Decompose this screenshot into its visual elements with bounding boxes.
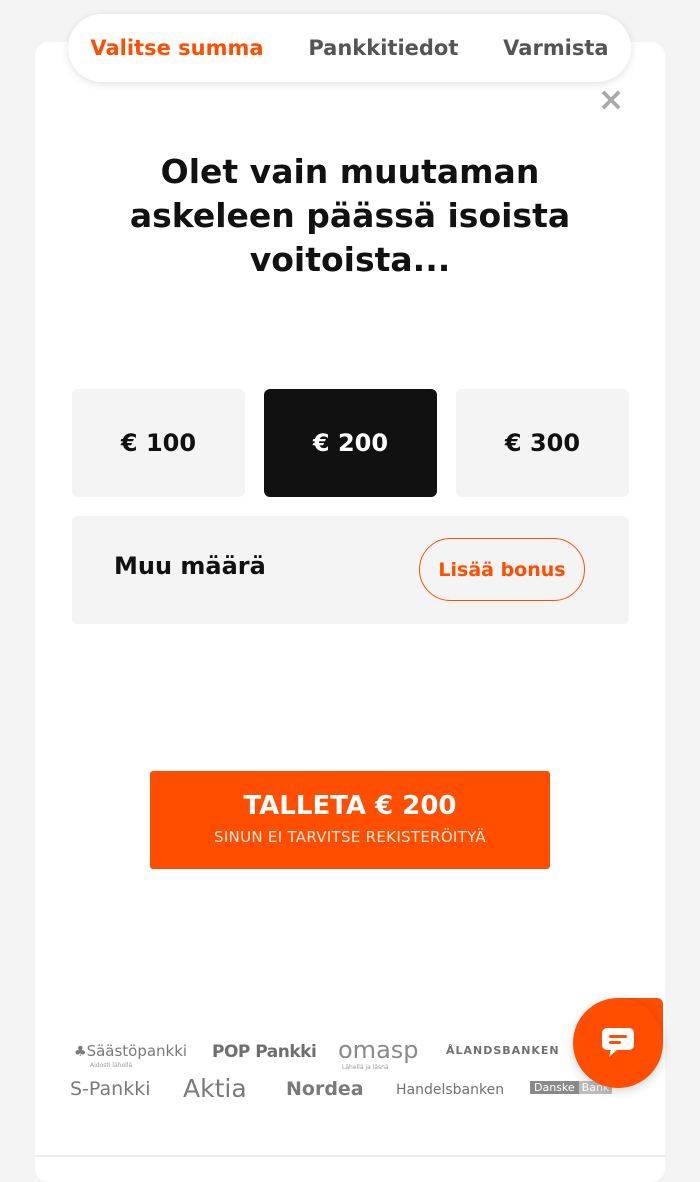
handelsbanken-logo: Handelsbanken bbox=[396, 1082, 505, 1098]
other-amount-row[interactable]: Muu määrä Lisää bonus bbox=[72, 516, 629, 624]
page-title: Olet vain muutaman askeleen päässä isois… bbox=[129, 152, 571, 279]
deposit-button[interactable]: TALLETA € 200 SINUN EI TARVITSE REKISTER… bbox=[150, 771, 550, 869]
saastopankki-logo: ♣Säästöpankki bbox=[74, 1042, 188, 1060]
deposit-button-sublabel: SINUN EI TARVITSE REKISTERÖITYÄ bbox=[214, 828, 486, 846]
amount-option-200[interactable]: € 200 bbox=[264, 389, 437, 497]
omasp-logo: omasp bbox=[338, 1036, 419, 1064]
bank-logos: ♣Säästöpankki Aidosti lähellä POP Pankki… bbox=[60, 1030, 640, 1110]
card-divider bbox=[35, 1155, 665, 1157]
chat-bubble-icon bbox=[602, 1028, 634, 1057]
chat-button[interactable] bbox=[573, 998, 663, 1088]
nordea-logo: Nordea bbox=[286, 1078, 364, 1100]
omasp-tagline: Lähellä ja läsnä bbox=[342, 1064, 389, 1071]
s-pankki-logo: S-Pankki bbox=[70, 1078, 151, 1100]
amount-option-100[interactable]: € 100 bbox=[72, 389, 245, 497]
add-bonus-button[interactable]: Lisää bonus bbox=[419, 538, 585, 601]
amount-option-300[interactable]: € 300 bbox=[456, 389, 629, 497]
close-icon[interactable]: × bbox=[596, 83, 626, 115]
aktia-logo: Aktia bbox=[183, 1074, 247, 1103]
pop-pankki-logo: POP Pankki bbox=[212, 1042, 317, 1062]
saastopankki-tagline: Aidosti lähellä bbox=[90, 1062, 133, 1069]
other-amount-label: Muu määrä bbox=[114, 552, 266, 580]
step-progress: Valitse summa Pankkitiedot Varmista bbox=[68, 14, 631, 82]
alandsbanken-logo: ÅLANDSBANKEN bbox=[446, 1044, 560, 1057]
tree-icon: ♣ bbox=[74, 1044, 87, 1060]
step-bank-details[interactable]: Pankkitiedot bbox=[302, 36, 464, 60]
deposit-button-label: TALLETA € 200 bbox=[243, 791, 457, 821]
amount-options: € 100 € 200 € 300 bbox=[72, 389, 629, 497]
step-choose-amount[interactable]: Valitse summa bbox=[84, 36, 269, 60]
step-confirm[interactable]: Varmista bbox=[497, 36, 614, 60]
